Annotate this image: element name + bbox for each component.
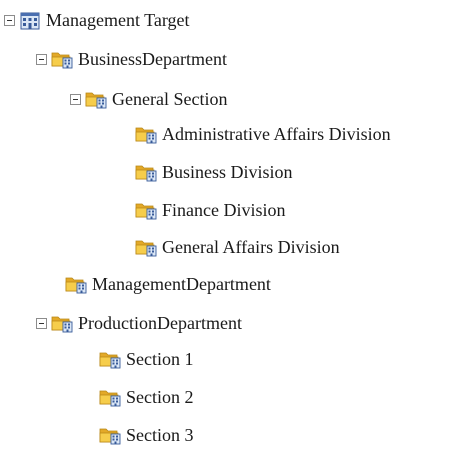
tree-node-label[interactable]: Management Target <box>46 8 190 32</box>
tree-node-general-affairs-division[interactable]: General Affairs Division <box>135 235 340 259</box>
folder-building-icon <box>135 162 157 182</box>
tree-node-general-section[interactable]: General Section <box>70 87 227 111</box>
folder-building-icon <box>135 200 157 220</box>
tree-node-section-1[interactable]: Section 1 <box>99 347 194 371</box>
tree-node-management-target[interactable]: Management Target <box>4 8 190 32</box>
tree-node-label[interactable]: Section 3 <box>126 423 194 447</box>
tree-node-section-3[interactable]: Section 3 <box>99 423 194 447</box>
org-tree: Management Target BusinessDepartment Gen… <box>0 0 470 449</box>
tree-node-section-2[interactable]: Section 2 <box>99 385 194 409</box>
tree-node-business-department[interactable]: BusinessDepartment <box>36 47 227 71</box>
folder-building-icon <box>65 274 87 294</box>
tree-node-label[interactable]: ManagementDepartment <box>92 272 271 296</box>
folder-building-icon <box>51 313 73 333</box>
tree-node-label[interactable]: Section 2 <box>126 385 194 409</box>
tree-node-label[interactable]: General Section <box>112 87 227 111</box>
tree-node-label[interactable]: Finance Division <box>162 198 286 222</box>
tree-node-label[interactable]: General Affairs Division <box>162 235 340 259</box>
folder-building-icon <box>85 89 107 109</box>
folder-building-icon <box>51 49 73 69</box>
tree-node-administrative-affairs-division[interactable]: Administrative Affairs Division <box>135 122 391 146</box>
tree-node-business-division[interactable]: Business Division <box>135 160 293 184</box>
tree-node-label[interactable]: BusinessDepartment <box>78 47 227 71</box>
collapse-toggle-icon[interactable] <box>4 14 15 26</box>
tree-node-label[interactable]: ProductionDepartment <box>78 311 242 335</box>
folder-building-icon <box>99 387 121 407</box>
collapse-toggle-icon[interactable] <box>36 317 47 329</box>
tree-node-production-department[interactable]: ProductionDepartment <box>36 311 242 335</box>
folder-building-icon <box>135 237 157 257</box>
tree-node-label[interactable]: Section 1 <box>126 347 194 371</box>
tree-node-label[interactable]: Administrative Affairs Division <box>162 122 391 146</box>
tree-node-finance-division[interactable]: Finance Division <box>135 198 286 222</box>
collapse-toggle-icon[interactable] <box>36 53 47 65</box>
folder-building-icon <box>99 349 121 369</box>
folder-building-icon <box>99 425 121 445</box>
collapse-toggle-icon[interactable] <box>70 93 81 105</box>
building-icon <box>19 10 41 30</box>
tree-node-label[interactable]: Business Division <box>162 160 293 184</box>
tree-node-management-department[interactable]: ManagementDepartment <box>65 272 271 296</box>
folder-building-icon <box>135 124 157 144</box>
